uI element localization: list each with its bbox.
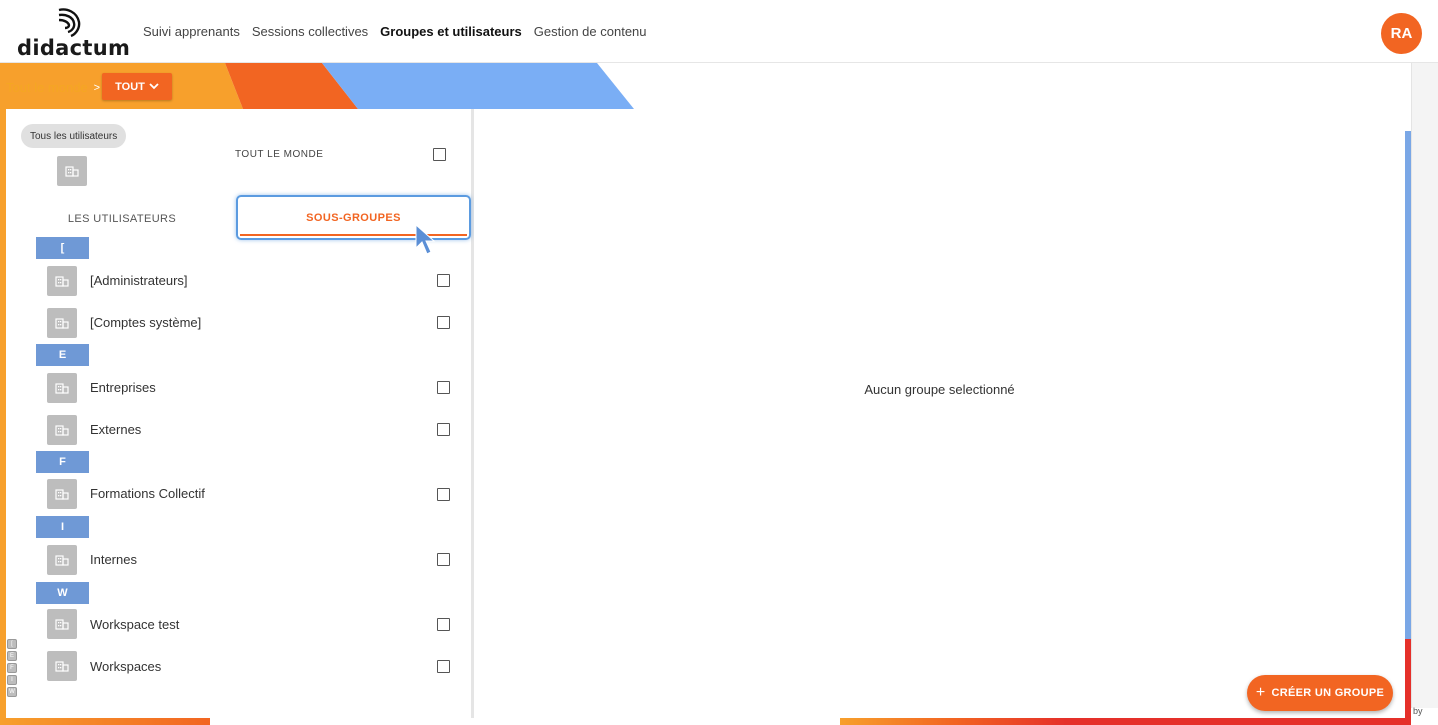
letter-header: I xyxy=(36,516,89,538)
main-nav: Suivi apprenants Sessions collectives Gr… xyxy=(143,24,659,39)
logo-fingerprint-icon xyxy=(58,8,81,38)
group-checkbox[interactable] xyxy=(437,488,450,501)
group-checkbox[interactable] xyxy=(437,423,450,436)
didactum-logo[interactable]: didactum xyxy=(17,6,131,60)
group-checkbox[interactable] xyxy=(437,553,450,566)
group-name[interactable]: [Administrateurs] xyxy=(90,273,188,288)
nav-gestion-contenu[interactable]: Gestion de contenu xyxy=(534,24,647,39)
group-checkbox[interactable] xyxy=(437,274,450,287)
group-name[interactable]: Workspaces xyxy=(90,659,161,674)
group-name[interactable]: Workspace test xyxy=(90,617,179,632)
group-name[interactable]: Externes xyxy=(90,422,141,437)
create-group-button[interactable]: + CRÉER UN GROUPE xyxy=(1247,675,1393,711)
app-window: didactum Suivi apprenants Sessions colle… xyxy=(0,0,1438,725)
plus-icon: + xyxy=(1255,684,1266,701)
everyone-checkbox[interactable] xyxy=(433,148,446,161)
building-icon xyxy=(47,609,77,639)
mouse-cursor-icon xyxy=(415,224,436,255)
index-letter[interactable]: F xyxy=(7,663,17,673)
group-name[interactable]: Internes xyxy=(90,552,137,567)
alphabet-index: [ E F I W xyxy=(7,639,18,699)
building-icon xyxy=(47,266,77,296)
index-letter[interactable]: E xyxy=(7,651,17,661)
breadcrumb-root[interactable]: Tout le monde xyxy=(6,80,88,95)
nav-sessions-collectives[interactable]: Sessions collectives xyxy=(252,24,368,39)
scope-dropdown-button[interactable]: TOUT xyxy=(102,73,172,100)
letter-header: F xyxy=(36,451,89,473)
building-icon xyxy=(47,479,77,509)
group-checkbox[interactable] xyxy=(437,316,450,329)
page-scrollbar[interactable] xyxy=(1411,63,1438,708)
create-group-label: CRÉER UN GROUPE xyxy=(1271,687,1385,699)
group-checkbox[interactable] xyxy=(437,618,450,631)
banner-shapes xyxy=(0,63,634,109)
decorative-banner xyxy=(0,63,1410,109)
nav-suivi-apprenants[interactable]: Suivi apprenants xyxy=(143,24,240,39)
brand-name: didactum xyxy=(17,36,131,60)
group-checkbox[interactable] xyxy=(437,660,450,673)
everyone-label: TOUT LE MONDE xyxy=(235,149,324,160)
top-bar: didactum Suivi apprenants Sessions colle… xyxy=(0,0,1438,63)
building-icon xyxy=(57,156,87,186)
right-accent-stripe-blue xyxy=(1405,131,1411,639)
letter-header: E xyxy=(36,344,89,366)
all-users-chip[interactable]: Tous les utilisateurs xyxy=(21,124,127,148)
tab-users[interactable]: LES UTILISATEURS xyxy=(40,201,204,237)
right-accent-stripe-red xyxy=(1405,639,1411,725)
group-name[interactable]: Entreprises xyxy=(90,380,156,395)
breadcrumb-separator: > xyxy=(93,81,101,94)
index-letter[interactable]: [ xyxy=(7,639,17,649)
building-icon xyxy=(47,373,77,403)
bottom-accent-left xyxy=(0,718,210,725)
group-name[interactable]: [Comptes système] xyxy=(90,315,201,330)
group-checkbox[interactable] xyxy=(437,381,450,394)
letter-header: [ xyxy=(36,237,89,259)
bottom-accent-right xyxy=(840,718,1405,725)
index-letter[interactable]: I xyxy=(7,675,17,685)
scope-dropdown-label: TOUT xyxy=(115,80,145,93)
empty-state-message: Aucun groupe selectionné xyxy=(864,382,1015,397)
building-icon xyxy=(47,415,77,445)
building-icon xyxy=(47,651,77,681)
nav-groupes-utilisateurs[interactable]: Groupes et utilisateurs xyxy=(380,24,522,39)
letter-header: W xyxy=(36,582,89,604)
footer-by-mark: by xyxy=(1413,706,1423,716)
user-avatar[interactable]: RA xyxy=(1381,13,1422,54)
breadcrumb: Tout le monde > xyxy=(6,80,106,95)
group-detail-panel xyxy=(474,109,1405,718)
building-icon xyxy=(47,308,77,338)
index-letter[interactable]: W xyxy=(7,687,17,697)
building-icon xyxy=(47,545,77,575)
group-name[interactable]: Formations Collectif xyxy=(90,486,205,501)
chevron-down-icon xyxy=(149,83,159,90)
